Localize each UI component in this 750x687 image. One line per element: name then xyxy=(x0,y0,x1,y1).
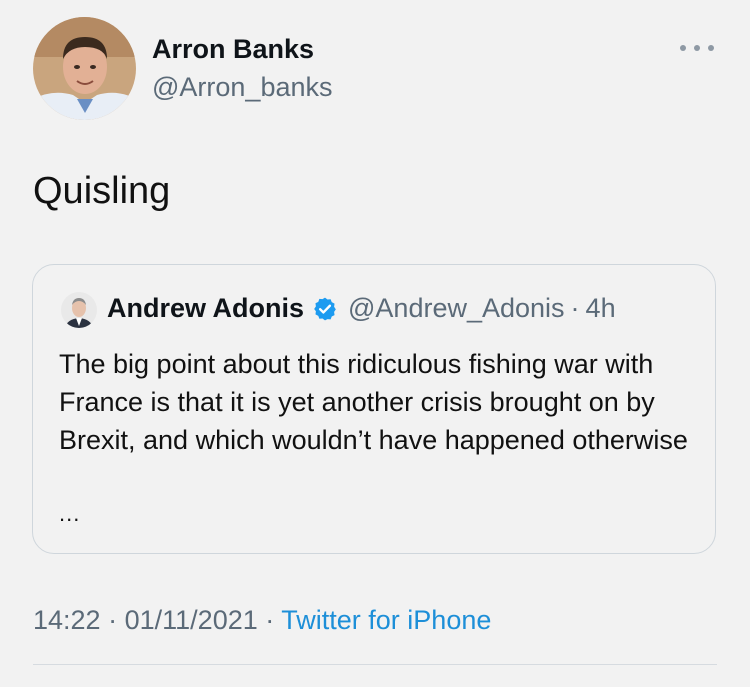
tweet-metadata: 14:22 · 01/11/2021 · Twitter for iPhone xyxy=(33,605,491,636)
quoted-author-handle[interactable]: @Andrew_Adonis xyxy=(348,293,565,324)
meta-separator: · xyxy=(265,605,275,635)
tweet-text: Quisling xyxy=(33,170,171,212)
more-dot xyxy=(680,45,686,51)
more-dot xyxy=(694,45,700,51)
quoted-tweet-text: The big point about this ridiculous fish… xyxy=(59,349,688,455)
verified-badge-icon xyxy=(312,296,338,322)
quoted-author-name[interactable]: Andrew Adonis xyxy=(107,293,304,324)
tweet-time[interactable]: 14:22 xyxy=(33,605,101,635)
quoted-time-ago[interactable]: 4h xyxy=(586,293,616,324)
more-options-icon[interactable] xyxy=(680,36,714,60)
quoted-tweet-header: Andrew Adonis @Andrew_Adonis · 4h xyxy=(107,293,616,324)
meta-separator: · xyxy=(108,605,118,635)
author-avatar[interactable] xyxy=(33,17,136,120)
source-app-link[interactable]: Twitter for iPhone xyxy=(281,605,491,635)
author-name[interactable]: Arron Banks xyxy=(152,34,314,65)
more-dot xyxy=(708,45,714,51)
quoted-tweet-ellipsis: ... xyxy=(59,501,81,526)
tweet-date[interactable]: 01/11/2021 xyxy=(125,605,258,635)
quoted-separator: · xyxy=(570,293,580,323)
quoted-author-avatar[interactable] xyxy=(61,292,97,328)
author-handle[interactable]: @Arron_banks xyxy=(152,72,333,103)
quoted-tweet-card[interactable]: Andrew Adonis @Andrew_Adonis · 4h The bi… xyxy=(32,264,716,554)
divider xyxy=(33,664,717,665)
